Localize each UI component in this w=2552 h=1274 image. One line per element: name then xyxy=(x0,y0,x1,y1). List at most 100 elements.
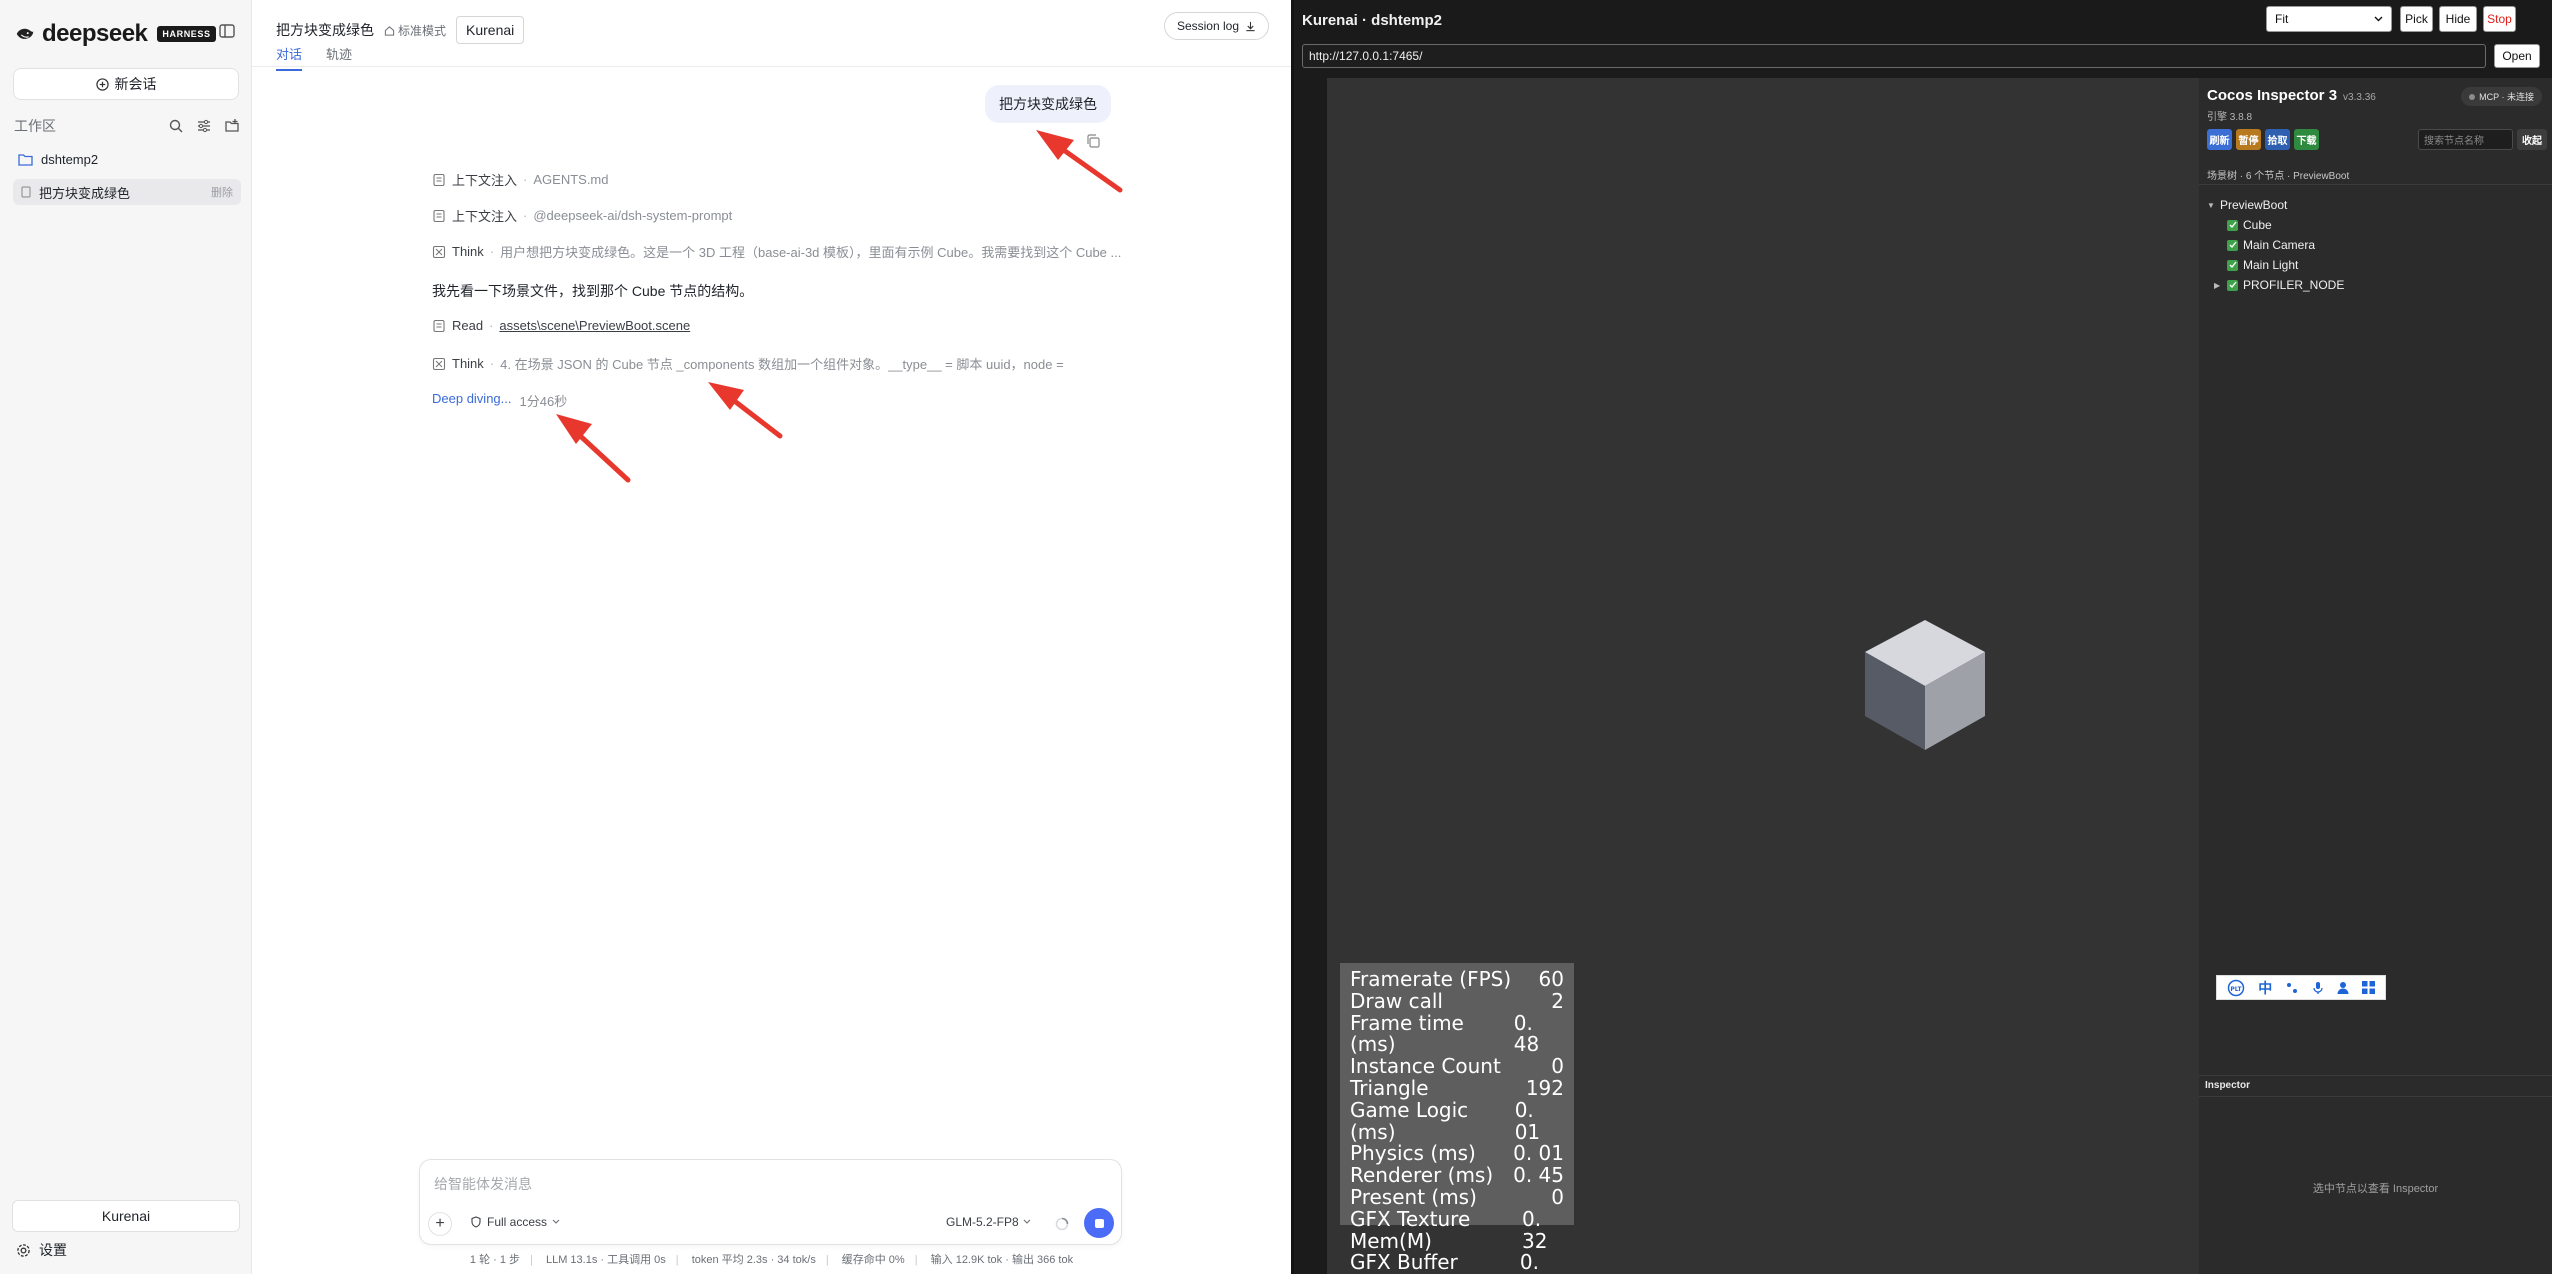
workspace-header: 工作区 xyxy=(14,116,240,136)
document-icon xyxy=(21,186,31,198)
step-think-2[interactable]: Think · 4. 在场景 JSON 的 Cube 节点 _component… xyxy=(432,354,1064,373)
ime-toolbar[interactable]: PLT 中 xyxy=(2216,975,2386,1000)
step-separator: · xyxy=(523,208,528,223)
task-delete-button[interactable]: 删除 xyxy=(211,184,233,200)
user-message: 把方块变成绿色 xyxy=(985,85,1111,123)
document-icon xyxy=(433,209,445,222)
shield-icon xyxy=(471,1216,481,1228)
status-token: token 平均 2.3s · 34 tok/s xyxy=(691,1254,816,1266)
agent-selector[interactable]: Kurenai xyxy=(456,16,525,44)
stat-row: Frame time (ms) 0. 48 xyxy=(1350,1010,1564,1057)
svg-text:PLT: PLT xyxy=(2231,986,2243,993)
stop-icon xyxy=(1094,1218,1104,1228)
file-link[interactable]: assets\scene\PreviewBoot.scene xyxy=(499,318,690,333)
mode-indicator[interactable]: 标准模式 xyxy=(384,22,446,39)
brand-name: deepseek xyxy=(42,20,148,47)
stop-generation-button[interactable] xyxy=(1084,1208,1114,1238)
fit-select-value: Fit xyxy=(2275,12,2289,26)
pause-button[interactable]: 暂停 xyxy=(2236,129,2261,150)
session-log-label: Session log xyxy=(1176,19,1239,33)
fit-select[interactable]: Fit xyxy=(2266,6,2392,32)
open-button[interactable]: Open xyxy=(2494,44,2540,68)
step-separator: · xyxy=(489,244,495,259)
collapse-button[interactable]: 收起 xyxy=(2517,129,2547,150)
step-kind: Read xyxy=(452,318,484,333)
new-chat-button[interactable]: 新会话 xyxy=(13,68,239,100)
checkbox-checked-icon[interactable] xyxy=(2227,219,2238,231)
pick-node-button[interactable]: 拾取 xyxy=(2265,129,2290,150)
session-log-button[interactable]: Session log xyxy=(1163,12,1269,40)
stat-label: Renderer (ms) xyxy=(1350,1163,1494,1188)
tree-node-main-camera[interactable]: Main Camera xyxy=(2227,238,2315,252)
cube-render xyxy=(1865,620,1985,750)
inspector-panel-label: Inspector xyxy=(2205,1080,2251,1091)
new-folder-icon[interactable] xyxy=(224,118,240,134)
copy-icon[interactable] xyxy=(1085,133,1101,149)
download-button[interactable]: 下载 xyxy=(2294,129,2319,150)
step-think-1[interactable]: Think · 用户想把方块变成绿色。这是一个 3D 工程（base-ai-3d… xyxy=(432,242,1121,261)
workspace-label: 工作区 xyxy=(14,118,56,134)
step-context-prompt[interactable]: 上下文注入 · @deepseek-ai/dsh-system-prompt xyxy=(432,206,732,225)
expand-arrow-icon[interactable]: ▼ xyxy=(2207,201,2215,210)
url-input[interactable]: http://127.0.0.1:7465/ xyxy=(1302,44,2486,68)
chat-header: 把方块变成绿色 标准模式 Kurenai xyxy=(276,16,525,44)
user-button[interactable]: Kurenai xyxy=(12,1200,240,1232)
game-viewport[interactable]: Framerate (FPS) 60 Draw call 2 Frame time (m… xyxy=(1327,78,2199,1274)
stat-label: Frame time (ms) xyxy=(1350,1010,1464,1057)
step-kind: Think xyxy=(452,244,484,259)
stat-value: 2 xyxy=(1551,988,1564,1013)
checkbox-checked-icon[interactable] xyxy=(2227,259,2238,271)
think-icon xyxy=(432,357,446,370)
task-item[interactable]: 把方块变成绿色 删除 xyxy=(13,179,241,205)
gear-icon xyxy=(17,1243,30,1257)
step-kind: Think xyxy=(452,356,484,371)
chevron-down-icon xyxy=(552,1219,560,1224)
stat-value: 0 xyxy=(1551,1184,1564,1209)
mcp-status: MCP · 未连接 xyxy=(2349,87,2552,106)
stat-label: GFX Buffer Mem(M) xyxy=(1350,1250,1458,1274)
expand-arrow-icon[interactable]: ▶ xyxy=(2214,281,2222,290)
tree-node-cube[interactable]: Cube xyxy=(2227,218,2272,232)
message-input[interactable]: 给智能体发消息 xyxy=(434,1174,532,1194)
settings-button[interactable]: 设置 xyxy=(16,1240,67,1260)
stat-row: Physics (ms) 0. 01 xyxy=(1350,1143,1564,1165)
step-separator: · xyxy=(523,172,528,187)
status-rounds: 1 轮 · 1 步 xyxy=(469,1254,521,1266)
workspace-folder[interactable]: dshtemp2 xyxy=(18,152,98,167)
stop-button[interactable]: Stop xyxy=(2483,6,2516,32)
new-chat-label: 新会话 xyxy=(114,76,157,92)
download-icon xyxy=(1246,21,1255,31)
deep-diving-label: Deep diving... xyxy=(432,391,512,406)
folder-name: dshtemp2 xyxy=(41,152,99,167)
stat-row: GFX Buffer Mem(M) 0. 04 xyxy=(1350,1252,1564,1274)
stat-row: Present (ms) 0 xyxy=(1350,1184,1564,1209)
step-read[interactable]: Read · assets\scene\PreviewBoot.scene xyxy=(432,318,690,333)
inspector-name: Cocos Inspector 3 xyxy=(2207,87,2338,104)
tree-node-profiler[interactable]: ▶ PROFILER_NODE xyxy=(2214,278,2344,292)
node-search-input[interactable]: 搜索节点名称 xyxy=(2418,129,2513,150)
filter-icon[interactable] xyxy=(196,118,212,134)
checkbox-checked-icon[interactable] xyxy=(2227,239,2238,251)
tree-node-root[interactable]: ▼ PreviewBoot xyxy=(2207,198,2287,212)
access-selector[interactable]: Full access xyxy=(470,1215,560,1229)
attach-button[interactable]: + xyxy=(428,1212,452,1236)
hide-button[interactable]: Hide xyxy=(2439,6,2477,32)
preview-title: Kurenai · dshtemp2 xyxy=(1302,12,1443,29)
step-context-agents[interactable]: 上下文注入 · AGENTS.md xyxy=(432,170,608,189)
sidebar-toggle-icon[interactable] xyxy=(218,22,236,40)
chevron-down-icon xyxy=(2374,16,2383,22)
stat-value: 0. 01 xyxy=(1514,1097,1541,1144)
checkbox-checked-icon[interactable] xyxy=(2227,279,2238,291)
engine-version: 引擎 3.8.8 xyxy=(2207,112,2253,123)
model-selector[interactable]: GLM-5.2-FP8 xyxy=(946,1215,1031,1229)
stat-label: GFX Texture Mem(M) xyxy=(1350,1206,1471,1253)
step-kind: 上下文注入 xyxy=(452,173,518,188)
elapsed-time: 1分46秒 xyxy=(519,394,568,409)
pick-button[interactable]: Pick xyxy=(2400,6,2433,32)
tree-node-main-light[interactable]: Main Light xyxy=(2227,258,2298,272)
refresh-button[interactable]: 刷新 xyxy=(2207,129,2232,150)
user-icon xyxy=(2337,981,2349,994)
brand: deepseek HARNESS xyxy=(14,20,216,48)
search-icon[interactable] xyxy=(168,118,184,134)
progress-indicator: Deep diving... 1分46秒 xyxy=(432,391,567,410)
